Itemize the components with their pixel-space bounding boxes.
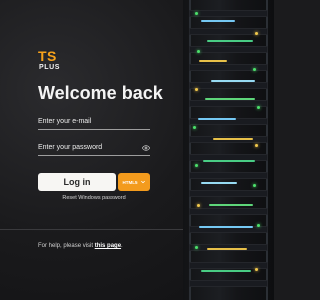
status-led: [253, 184, 256, 187]
status-led: [257, 106, 260, 109]
rack-cable: [207, 40, 253, 42]
rack-slot: [189, 190, 268, 197]
status-led: [197, 50, 200, 53]
status-led: [257, 224, 260, 227]
status-led: [193, 126, 196, 129]
rack-cable: [205, 98, 255, 100]
login-button[interactable]: Log in: [38, 173, 116, 191]
tsplus-logo: TS PLUS: [38, 49, 62, 73]
rack-cable: [201, 20, 235, 22]
password-placeholder: Enter your password: [38, 144, 103, 151]
status-led: [197, 204, 200, 207]
help-suffix: .: [121, 243, 123, 249]
chevron-down-icon: [140, 180, 145, 184]
password-field[interactable]: Enter your password: [38, 142, 150, 156]
password-underline: [38, 155, 150, 156]
email-placeholder: Enter your e-mail: [38, 118, 92, 125]
rack-cable: [213, 138, 253, 140]
rack-slot: [189, 208, 268, 215]
status-led: [195, 164, 198, 167]
rack-cable: [207, 248, 247, 250]
login-panel: TS PLUS Welcome back Enter your e-mail E…: [0, 0, 183, 300]
eye-icon[interactable]: [142, 144, 150, 152]
login-screen: TS PLUS Welcome back Enter your e-mail E…: [0, 0, 274, 300]
rack-cable: [209, 204, 253, 206]
help-prefix: For help, please visit: [38, 243, 95, 249]
reset-password-link[interactable]: Reset Windows password: [38, 195, 150, 201]
rack-slot: [189, 10, 268, 17]
status-led: [195, 246, 198, 249]
server-rack-image: [183, 0, 274, 300]
rack-cable: [203, 160, 255, 162]
email-underline: [38, 129, 150, 130]
rack-rail-left: [189, 0, 191, 300]
rack-cable: [211, 80, 255, 82]
status-led: [195, 12, 198, 15]
status-led: [255, 144, 258, 147]
mode-dropdown[interactable]: HTML5: [118, 173, 150, 191]
rack-cable: [201, 270, 251, 272]
rack-cable: [198, 118, 236, 120]
status-led: [255, 32, 258, 35]
rack-cable: [199, 60, 227, 62]
footer-divider: [0, 229, 183, 230]
rack-slot: [189, 172, 268, 179]
logo-plus: PLUS: [39, 64, 61, 71]
mode-label: HTML5: [122, 179, 138, 185]
status-led: [255, 268, 258, 271]
rack-slot: [189, 82, 268, 89]
rack-rail-right: [266, 0, 268, 300]
email-field[interactable]: Enter your e-mail: [38, 116, 150, 130]
page-title: Welcome back: [38, 83, 163, 103]
login-actions: Log in HTML5: [38, 173, 150, 191]
rack-slot: [189, 280, 268, 287]
rack-cable: [201, 182, 237, 184]
status-led: [195, 88, 198, 91]
rack-cable: [199, 226, 253, 228]
help-text: For help, please visit this page.: [38, 243, 123, 249]
rack-slot: [189, 64, 268, 71]
logo-ts: TS: [38, 48, 57, 64]
rack-slot: [189, 46, 268, 53]
status-led: [253, 68, 256, 71]
help-link[interactable]: this page: [95, 243, 121, 249]
